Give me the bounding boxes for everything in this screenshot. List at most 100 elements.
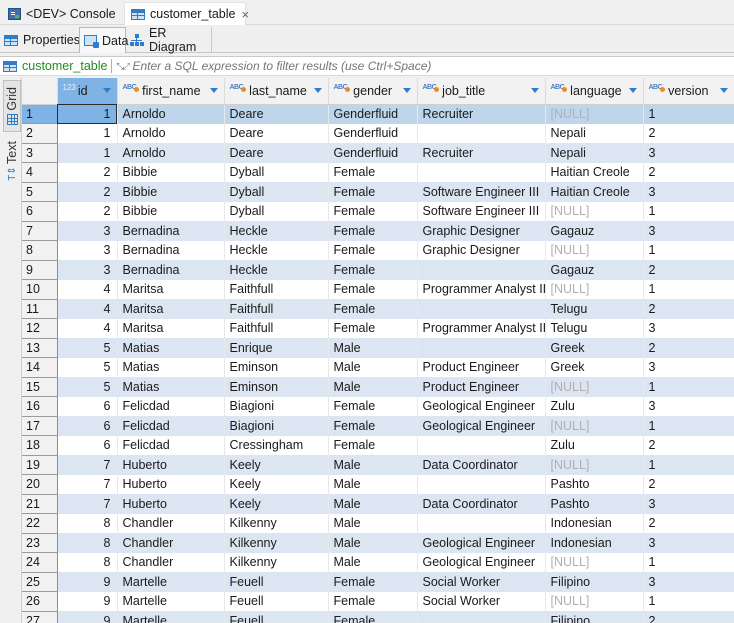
- cell-gender[interactable]: Female: [328, 299, 418, 319]
- cell-job-title[interactable]: Geological Engineer: [417, 416, 546, 436]
- row-number[interactable]: 3: [22, 143, 58, 163]
- cell-job-title[interactable]: Programmer Analyst II: [417, 279, 546, 299]
- table-row[interactable]: 4 2 Bibbie Dyball Female Haitian Creole 2: [22, 162, 734, 183]
- cell-last-name[interactable]: Heckle: [224, 221, 329, 241]
- table-row[interactable]: 17 6 Felicdad Biagioni Female Geological Engi…: [22, 416, 734, 436]
- cell-id[interactable]: 6: [57, 435, 118, 455]
- table-row[interactable]: 2 1 Arnoldo Deare Genderfluid Nepali 2: [22, 123, 734, 144]
- cell-job-title[interactable]: Graphic Designer: [417, 240, 546, 260]
- cell-first-name[interactable]: Huberto: [117, 455, 225, 475]
- row-number[interactable]: 2: [22, 123, 58, 144]
- cell-first-name[interactable]: Matias: [117, 377, 225, 397]
- cell-id[interactable]: 1: [57, 104, 118, 124]
- cell-last-name[interactable]: Cressingham: [224, 435, 329, 455]
- cell-version[interactable]: 2: [643, 123, 734, 143]
- cell-gender[interactable]: Male: [328, 474, 418, 494]
- cell-id[interactable]: 1: [57, 143, 118, 163]
- cell-last-name[interactable]: Kilkenny: [224, 533, 329, 553]
- cell-first-name[interactable]: Bibbie: [117, 182, 225, 202]
- cell-gender[interactable]: Male: [328, 552, 418, 572]
- cell-language[interactable]: Pashto: [545, 494, 644, 514]
- cell-language[interactable]: Indonesian: [545, 513, 644, 533]
- table-row[interactable]: 21 7 Huberto Keely Male Data Coordinator Pasht…: [22, 494, 734, 514]
- table-row[interactable]: 11 4 Maritsa Faithfull Female Telugu 2: [22, 299, 734, 319]
- cell-job-title[interactable]: Geological Engineer: [417, 552, 546, 572]
- cell-id[interactable]: 8: [57, 513, 118, 533]
- row-number[interactable]: 22: [22, 513, 58, 534]
- cell-last-name[interactable]: Feuell: [224, 572, 329, 592]
- cell-language[interactable]: Zulu: [545, 396, 644, 416]
- cell-job-title[interactable]: [417, 435, 546, 455]
- cell-gender[interactable]: Female: [328, 396, 418, 416]
- cell-job-title[interactable]: Software Engineer III: [417, 182, 546, 202]
- cell-job-title[interactable]: Recruiter: [417, 143, 546, 163]
- cell-first-name[interactable]: Martelle: [117, 611, 225, 623]
- cell-last-name[interactable]: Kilkenny: [224, 552, 329, 572]
- cell-language[interactable]: Haitian Creole: [545, 182, 644, 202]
- row-number[interactable]: 14: [22, 357, 58, 378]
- cell-last-name[interactable]: Eminson: [224, 377, 329, 397]
- cell-version[interactable]: 1: [643, 552, 734, 572]
- cell-job-title[interactable]: Recruiter: [417, 104, 546, 124]
- cell-gender[interactable]: Female: [328, 260, 418, 280]
- cell-last-name[interactable]: Heckle: [224, 240, 329, 260]
- table-row[interactable]: 5 2 Bibbie Dyball Female Software Engineer II…: [22, 182, 734, 202]
- cell-version[interactable]: 3: [643, 572, 734, 592]
- cell-first-name[interactable]: Huberto: [117, 474, 225, 494]
- cell-last-name[interactable]: Faithfull: [224, 279, 329, 299]
- cell-language[interactable]: Greek: [545, 357, 644, 377]
- cell-id[interactable]: 9: [57, 572, 118, 592]
- table-row[interactable]: 6 2 Bibbie Dyball Female Software Engineer II…: [22, 201, 734, 222]
- cell-language[interactable]: [NULL]: [545, 591, 644, 611]
- column-menu-arrow-icon[interactable]: [719, 88, 728, 93]
- cell-version[interactable]: 1: [643, 377, 734, 397]
- cell-first-name[interactable]: Felicdad: [117, 416, 225, 436]
- cell-id[interactable]: 4: [57, 299, 118, 319]
- cell-language[interactable]: Zulu: [545, 435, 644, 455]
- cell-gender[interactable]: Female: [328, 162, 418, 182]
- row-number[interactable]: 4: [22, 162, 58, 183]
- cell-first-name[interactable]: Arnoldo: [117, 104, 225, 124]
- row-number[interactable]: 26: [22, 591, 58, 612]
- cell-id[interactable]: 1: [57, 123, 118, 143]
- table-row[interactable]: 26 9 Martelle Feuell Female Social Worker [NUL…: [22, 591, 734, 612]
- table-row[interactable]: 12 4 Maritsa Faithfull Female Programmer Anal…: [22, 318, 734, 339]
- cell-first-name[interactable]: Matias: [117, 338, 225, 358]
- row-number[interactable]: 27: [22, 611, 58, 623]
- cell-id[interactable]: 7: [57, 494, 118, 514]
- close-icon[interactable]: ×: [241, 7, 249, 22]
- row-number[interactable]: 5: [22, 182, 58, 202]
- cell-version[interactable]: 2: [643, 435, 734, 455]
- cell-first-name[interactable]: Maritsa: [117, 299, 225, 319]
- column-header-language[interactable]: ABC language: [545, 78, 644, 105]
- cell-language[interactable]: Nepali: [545, 123, 644, 143]
- cell-id[interactable]: 2: [57, 162, 118, 182]
- cell-version[interactable]: 2: [643, 162, 734, 182]
- cell-gender[interactable]: Female: [328, 279, 418, 299]
- cell-language[interactable]: Gagauz: [545, 221, 644, 241]
- cell-language[interactable]: Greek: [545, 338, 644, 358]
- cell-version[interactable]: 2: [643, 338, 734, 358]
- filter-input[interactable]: [132, 59, 733, 73]
- cell-job-title[interactable]: Social Worker: [417, 572, 546, 592]
- cell-language[interactable]: [NULL]: [545, 455, 644, 475]
- cell-id[interactable]: 8: [57, 552, 118, 572]
- table-row[interactable]: 25 9 Martelle Feuell Female Social Worker Fili…: [22, 572, 734, 592]
- cell-id[interactable]: 5: [57, 357, 118, 377]
- cell-id[interactable]: 2: [57, 182, 118, 202]
- cell-job-title[interactable]: [417, 513, 546, 533]
- cell-first-name[interactable]: Martelle: [117, 572, 225, 592]
- cell-first-name[interactable]: Chandler: [117, 552, 225, 572]
- cell-id[interactable]: 8: [57, 533, 118, 553]
- cell-last-name[interactable]: Faithfull: [224, 299, 329, 319]
- cell-job-title[interactable]: [417, 162, 546, 182]
- row-number[interactable]: 9: [22, 260, 58, 280]
- column-header-version[interactable]: ABC version: [643, 78, 734, 105]
- cell-last-name[interactable]: Biagioni: [224, 396, 329, 416]
- table-row[interactable]: 20 7 Huberto Keely Male Pashto 2: [22, 474, 734, 495]
- row-number[interactable]: 15: [22, 377, 58, 397]
- column-menu-arrow-icon[interactable]: [628, 88, 637, 93]
- column-header-last-name[interactable]: ABC last_name: [224, 78, 329, 105]
- cell-job-title[interactable]: [417, 260, 546, 280]
- results-grid[interactable]: 123 id ABC first_name ABC last_name ABC gender A…: [22, 78, 734, 623]
